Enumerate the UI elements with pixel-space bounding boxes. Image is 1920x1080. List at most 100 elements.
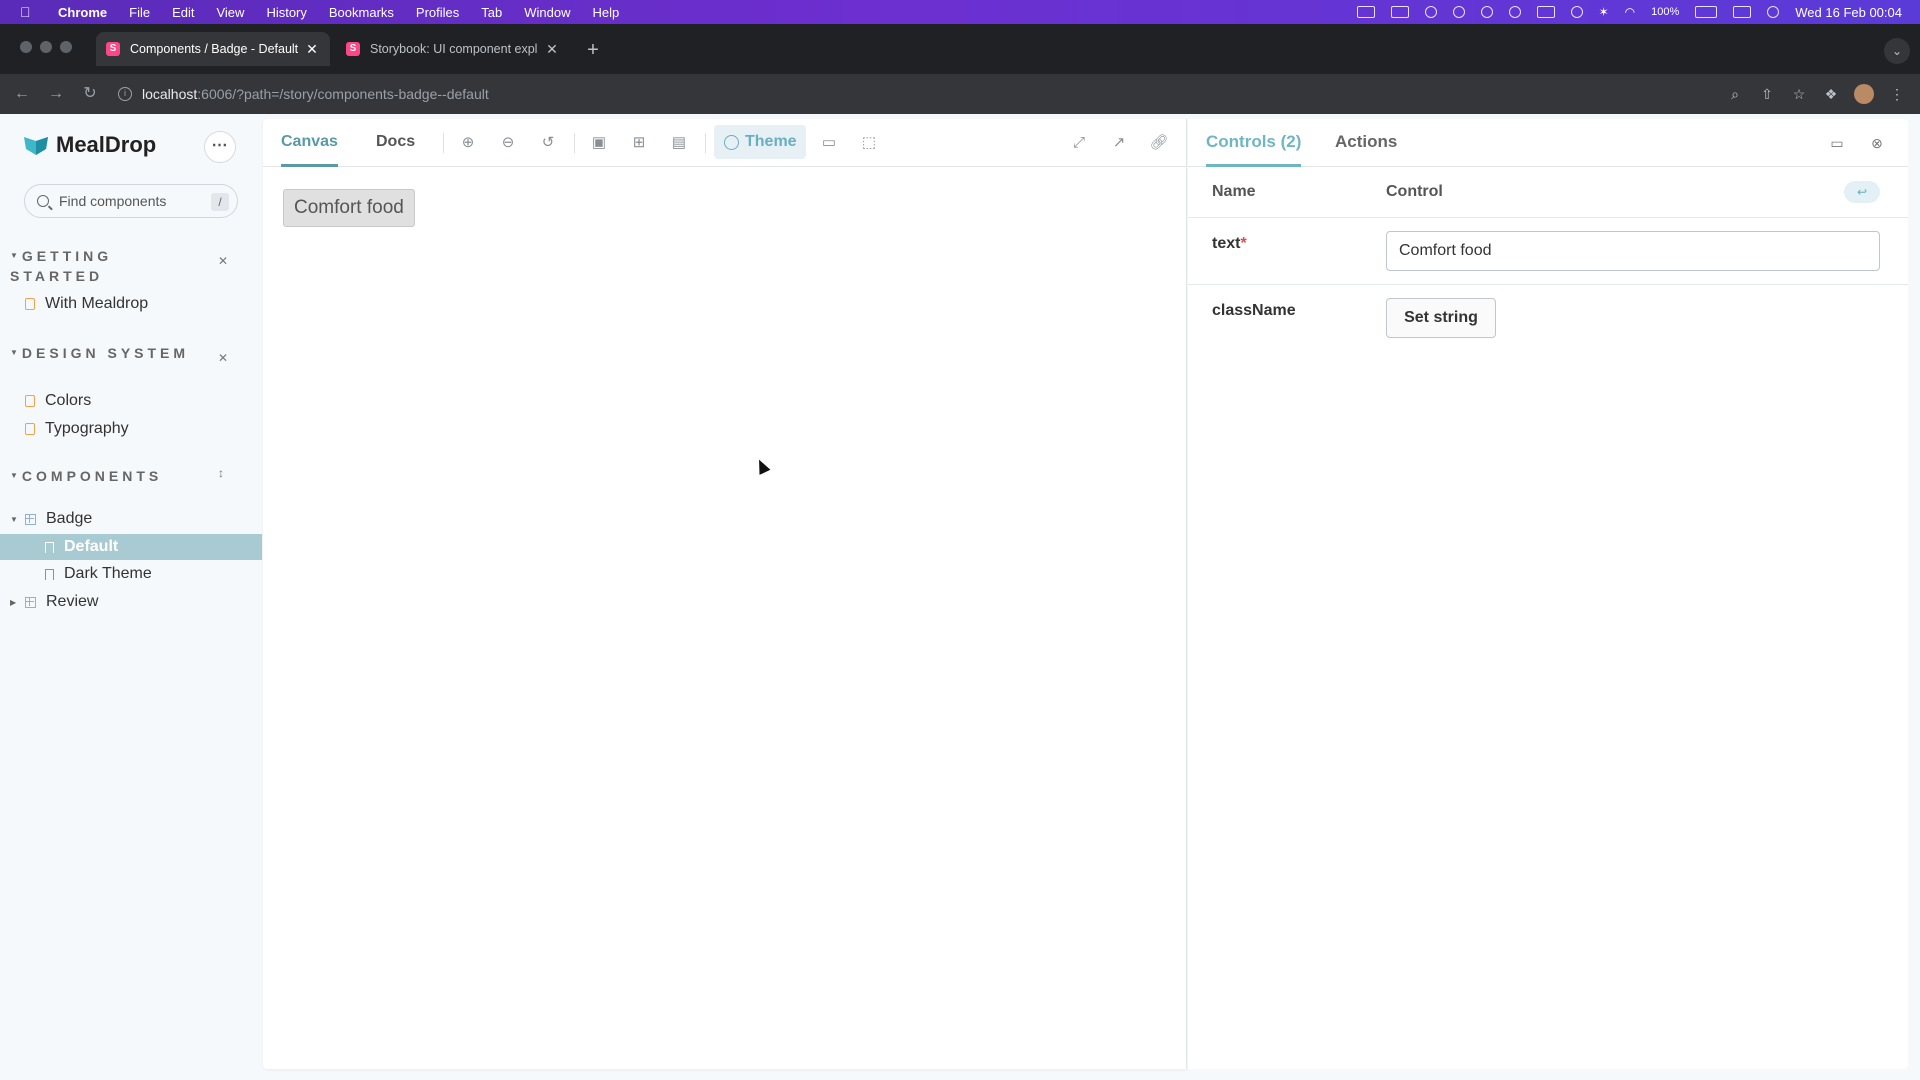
sidebar-item-colors[interactable]: Colors (0, 388, 262, 414)
status-app-icon[interactable] (1424, 6, 1437, 18)
share-icon[interactable]: ⇧ (1758, 85, 1776, 103)
menu-profiles[interactable]: Profiles (416, 5, 459, 20)
menu-history[interactable]: History (266, 5, 306, 20)
tab-docs[interactable]: Docs (376, 119, 415, 167)
component-icon (25, 513, 36, 525)
search-placeholder: Find components (59, 193, 167, 209)
browser-tab-active[interactable]: S Components / Badge - Default ✕ (96, 32, 330, 66)
more-options-icon[interactable]: ⋮ (1888, 85, 1906, 103)
group-title: GETTING STARTED (10, 248, 113, 284)
tab-controls[interactable]: Controls (2) (1206, 119, 1302, 167)
minimize-window-button[interactable] (40, 41, 52, 53)
copy-link-icon[interactable]: 🔗︎ (1149, 133, 1169, 153)
browser-tab-strip: S Components / Badge - Default ✕ S Story… (0, 24, 1920, 74)
grid-icon[interactable]: ⊞ (629, 133, 649, 153)
text-control-input[interactable]: Comfort food (1386, 231, 1880, 271)
bookmark-star-icon[interactable]: ☆ (1790, 85, 1808, 103)
tab-close-icon[interactable]: ✕ (304, 41, 320, 58)
tab-canvas[interactable]: Canvas (281, 119, 338, 167)
search-input[interactable]: Find components / (24, 184, 238, 218)
panel-orientation-icon[interactable]: ▭ (1828, 134, 1846, 152)
collapse-icon[interactable]: ✕ (218, 351, 228, 365)
menu-clock[interactable]: Wed 16 Feb 00:04 (1795, 5, 1902, 20)
extensions-icon[interactable]: ❖ (1822, 85, 1840, 103)
browser-tab-inactive[interactable]: S Storybook: UI component expl ✕ (336, 32, 570, 66)
search-icon (37, 195, 49, 207)
menu-tab[interactable]: Tab (481, 5, 502, 20)
toolbar-divider (705, 133, 706, 153)
sidebar-item-default[interactable]: Default (0, 534, 262, 560)
tab-actions[interactable]: Actions (1335, 119, 1397, 167)
tab-search-button[interactable]: ⌄ (1884, 38, 1910, 64)
battery-icon[interactable] (1695, 6, 1718, 18)
forward-icon[interactable]: → (46, 84, 66, 104)
measure-icon[interactable]: ▭ (819, 133, 839, 153)
group-components[interactable]: ▼ COMPONENTS (10, 466, 162, 486)
browser-toolbar: ← → ↻ i localhost:6006/?path=/story/comp… (0, 74, 1920, 114)
menu-help[interactable]: Help (593, 5, 620, 20)
battery-percent[interactable]: 100% (1651, 6, 1679, 18)
menu-bookmarks[interactable]: Bookmarks (329, 5, 394, 20)
group-getting-started[interactable]: ▼ GETTING STARTED (10, 246, 200, 286)
bookmark-icon (45, 568, 54, 580)
profile-avatar[interactable] (1854, 84, 1874, 104)
outline-icon[interactable]: ⬚ (859, 133, 879, 153)
circle-icon (724, 134, 739, 150)
zoom-out-icon[interactable]: ⊖ (498, 133, 518, 153)
menu-window[interactable]: Window (524, 5, 570, 20)
tab-close-icon[interactable]: ✕ (544, 41, 560, 58)
sidebar-item-badge[interactable]: ▼ Badge (0, 506, 262, 532)
column-control-header: Control (1386, 183, 1443, 200)
close-window-button[interactable] (20, 41, 32, 53)
document-icon (25, 395, 35, 407)
zoom-icon[interactable]: ⌕ (1726, 85, 1744, 103)
reload-icon[interactable]: ↻ (80, 84, 100, 104)
new-tab-button[interactable]: + (582, 40, 604, 62)
brand[interactable]: MealDrop (24, 132, 156, 158)
car-icon[interactable] (1536, 6, 1555, 18)
menu-view[interactable]: View (216, 5, 244, 20)
viewport-icon[interactable]: ▤ (669, 133, 689, 153)
menu-edit[interactable]: Edit (172, 5, 194, 20)
theme-toggle-button[interactable]: Theme (714, 125, 806, 159)
cloud-icon[interactable] (1508, 6, 1521, 18)
menu-app-name[interactable]: Chrome (58, 5, 107, 20)
group-design-system[interactable]: ▼ DESIGN SYSTEM (10, 343, 200, 363)
document-icon (25, 423, 35, 435)
zoom-in-icon[interactable]: ⊕ (458, 133, 478, 153)
menu-file[interactable]: File (129, 5, 150, 20)
apple-icon[interactable]:  (20, 5, 34, 19)
wifi-icon[interactable]: ◠ (1625, 5, 1635, 19)
canvas-panel: Canvas Docs ⊕ ⊖ ↺ ▣ ⊞ ▤ Theme ▭ ⬚ ⤢ ↗ 🔗︎… (263, 119, 1187, 1069)
open-new-tab-icon[interactable]: ↗ (1109, 133, 1129, 153)
collapse-icon[interactable]: ✕ (218, 254, 228, 268)
tool-icon[interactable] (1452, 6, 1465, 18)
back-icon[interactable]: ← (12, 84, 32, 104)
fullscreen-icon[interactable]: ⤢ (1069, 133, 1089, 153)
display-icon[interactable] (1356, 6, 1375, 18)
site-info-icon[interactable]: i (118, 87, 132, 101)
reset-controls-icon[interactable]: ↩ (1844, 181, 1880, 203)
sidebar-menu-button[interactable]: ⋯ (204, 131, 236, 163)
set-string-button[interactable]: Set string (1386, 298, 1496, 338)
sidebar-item-with-mealdrop[interactable]: With Mealdrop (0, 291, 262, 317)
sidebar-item-review[interactable]: ▶ Review (0, 589, 262, 615)
close-panel-icon[interactable]: ⊗ (1868, 134, 1886, 152)
control-center-icon[interactable] (1733, 6, 1752, 18)
sidebar-item-label: Badge (46, 510, 93, 527)
zoom-window-button[interactable] (60, 41, 72, 53)
window-controls (20, 41, 72, 53)
siri-icon[interactable] (1767, 6, 1780, 18)
url-path: :6006/?path=/story/components-badge--def… (197, 86, 489, 102)
address-bar[interactable]: i localhost:6006/?path=/story/components… (110, 80, 1710, 108)
screen-record-icon[interactable] (1390, 6, 1409, 18)
glasses-icon[interactable] (1570, 6, 1583, 18)
background-icon[interactable]: ▣ (589, 133, 609, 153)
zoom-reset-icon[interactable]: ↺ (538, 133, 558, 153)
sidebar-item-dark-theme[interactable]: Dark Theme (0, 561, 262, 587)
lightbulb-icon[interactable] (1480, 6, 1493, 18)
bluetooth-icon[interactable]: ✶ (1599, 5, 1609, 19)
expand-all-icon[interactable]: ↕ (218, 466, 224, 480)
row-divider (1188, 217, 1908, 218)
sidebar-item-typography[interactable]: Typography (0, 416, 262, 442)
